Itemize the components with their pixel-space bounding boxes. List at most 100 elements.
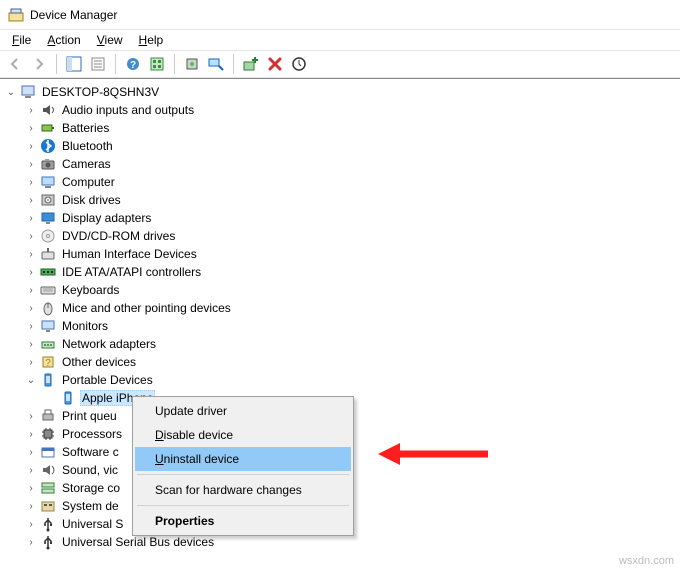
expand-icon[interactable]: ›	[24, 535, 38, 549]
expand-icon[interactable]: ›	[24, 175, 38, 189]
tree-category[interactable]: › Disk drives	[24, 191, 680, 209]
battery-icon	[40, 120, 56, 136]
expand-icon[interactable]: ›	[24, 103, 38, 117]
expand-icon[interactable]: ›	[24, 409, 38, 423]
tree-category[interactable]: ›Audio inputs and outputs	[24, 101, 680, 119]
svg-text:?: ?	[130, 60, 136, 71]
context-menu-item[interactable]: Scan for hardware changes	[135, 478, 351, 502]
context-menu-item[interactable]: Properties	[135, 509, 351, 533]
tree-category-label: Network adapters	[60, 337, 158, 351]
expand-icon[interactable]: ›	[24, 229, 38, 243]
expand-icon[interactable]: ›	[24, 211, 38, 225]
arrow-annotation	[378, 440, 488, 468]
tree-category[interactable]: ›Display adapters	[24, 209, 680, 227]
cpu-icon	[40, 426, 56, 442]
tree-category[interactable]: ›IDE ATA/ATAPI controllers	[24, 263, 680, 281]
app-icon	[8, 7, 24, 23]
tree-category[interactable]: ›DVD/CD-ROM drives	[24, 227, 680, 245]
tree-category-label: Software c	[60, 445, 121, 459]
context-menu: Update driverDisable deviceUninstall dev…	[132, 396, 354, 536]
tree-category[interactable]: ⌄ Portable Devices	[24, 371, 680, 389]
context-menu-item[interactable]: Uninstall device	[135, 447, 351, 471]
update-driver-button[interactable]	[181, 53, 203, 75]
expand-icon[interactable]: ›	[24, 193, 38, 207]
console-tree-button[interactable]	[63, 53, 85, 75]
computer-icon	[40, 174, 56, 190]
sound-icon	[40, 462, 56, 478]
expand-icon[interactable]: ⌄	[24, 373, 38, 387]
expand-icon[interactable]: ›	[24, 499, 38, 513]
resources-button[interactable]	[146, 53, 168, 75]
add-legacy-button[interactable]	[240, 53, 262, 75]
tree-category[interactable]: › Computer	[24, 173, 680, 191]
tree-category-label: Print queu	[60, 409, 119, 423]
help-button[interactable]: ?	[122, 53, 144, 75]
properties-button[interactable]	[87, 53, 109, 75]
tree-category-label: Universal Serial Bus devices	[60, 535, 216, 549]
tree-category-label: Storage co	[60, 481, 122, 495]
portable-icon	[60, 390, 76, 406]
collapse-icon[interactable]: ⌄	[4, 85, 18, 99]
menu-view[interactable]: View	[89, 31, 131, 49]
forward-button[interactable]	[28, 53, 50, 75]
tree-category-label: Universal S	[60, 517, 125, 531]
tree-category[interactable]: ›Keyboards	[24, 281, 680, 299]
expand-icon[interactable]: ›	[24, 139, 38, 153]
toolbar-separator	[174, 54, 175, 74]
tree-category-label: System de	[60, 499, 121, 513]
expand-icon[interactable]: ›	[24, 283, 38, 297]
usb-icon	[40, 516, 56, 532]
context-menu-item[interactable]: Disable device	[135, 423, 351, 447]
expand-icon[interactable]: ›	[24, 247, 38, 261]
tree-category[interactable]: › Batteries	[24, 119, 680, 137]
tree-category-label: Mice and other pointing devices	[60, 301, 233, 315]
tree-category-label: Disk drives	[60, 193, 123, 207]
expand-icon[interactable]: ›	[24, 463, 38, 477]
tree-category[interactable]: › Network adapters	[24, 335, 680, 353]
scan-hardware-button[interactable]	[205, 53, 227, 75]
audio-icon	[40, 102, 56, 118]
tree-category-label: Monitors	[60, 319, 110, 333]
expand-icon[interactable]: ›	[24, 481, 38, 495]
tree-category-label: Sound, vic	[60, 463, 120, 477]
expand-icon[interactable]: ›	[24, 121, 38, 135]
tree-category[interactable]: › Mice and other pointing devices	[24, 299, 680, 317]
expand-icon[interactable]: ›	[24, 427, 38, 441]
expand-icon[interactable]: ›	[24, 265, 38, 279]
tree-category-label: Human Interface Devices	[60, 247, 199, 261]
titlebar: Device Manager	[0, 0, 680, 30]
expand-icon[interactable]: ›	[24, 355, 38, 369]
svg-text:?: ?	[45, 358, 51, 369]
hid-icon	[40, 246, 56, 262]
menu-file[interactable]: File	[4, 31, 39, 49]
menubar: File Action View Help	[0, 30, 680, 50]
tree-category[interactable]: › Monitors	[24, 317, 680, 335]
back-button[interactable]	[4, 53, 26, 75]
menu-help[interactable]: Help	[131, 31, 172, 49]
tree-category-label: Portable Devices	[60, 373, 155, 387]
expand-icon[interactable]: ›	[24, 157, 38, 171]
uninstall-button[interactable]	[264, 53, 286, 75]
expand-icon[interactable]: ›	[24, 517, 38, 531]
tree-category-label: Batteries	[60, 121, 111, 135]
computer-root-icon	[20, 84, 36, 100]
tree-category[interactable]: › Human Interface Devices	[24, 245, 680, 263]
expand-icon[interactable]: ›	[24, 445, 38, 459]
printer-icon	[40, 408, 56, 424]
update-button[interactable]	[288, 53, 310, 75]
toolbar-separator	[233, 54, 234, 74]
expand-icon[interactable]: ›	[24, 337, 38, 351]
tree-root-node[interactable]: ⌄DESKTOP-8QSHN3V	[4, 83, 680, 101]
context-menu-separator	[137, 505, 349, 506]
tree-category[interactable]: ›Cameras	[24, 155, 680, 173]
tree-category-label: Computer	[60, 175, 117, 189]
menu-action[interactable]: Action	[39, 31, 88, 49]
toolbar-separator	[56, 54, 57, 74]
expand-icon[interactable]: ›	[24, 301, 38, 315]
monitor-icon	[40, 318, 56, 334]
tree-category[interactable]: ›Bluetooth	[24, 137, 680, 155]
expand-icon[interactable]: ›	[24, 319, 38, 333]
context-menu-item[interactable]: Update driver	[135, 399, 351, 423]
tree-category[interactable]: ›?Other devices	[24, 353, 680, 371]
toolbar: ?	[0, 50, 680, 78]
